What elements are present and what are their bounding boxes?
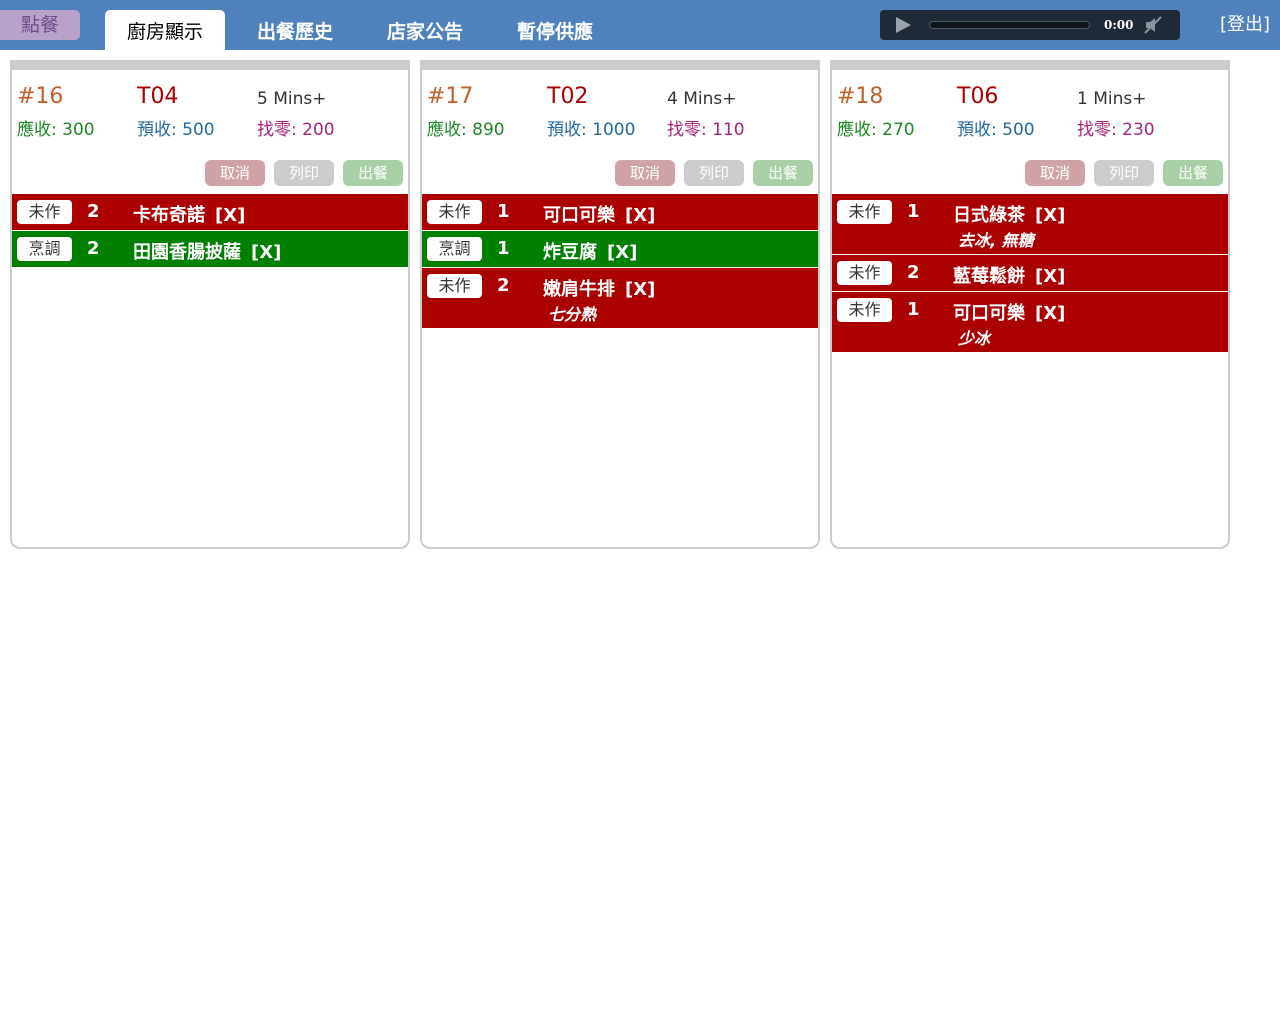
order-item-row: 烹調 1 炸豆腐 [X] xyxy=(422,231,818,268)
remove-item-button[interactable]: [X] xyxy=(1035,303,1065,324)
elapsed-time: 4 Mins+ xyxy=(667,89,737,109)
item-quantity: 1 xyxy=(907,201,920,222)
amount-due: 應收: 300 xyxy=(17,120,95,140)
amount-prepaid: 預收: 1000 xyxy=(547,120,636,140)
order-number: #17 xyxy=(427,84,474,109)
cancel-button[interactable]: 取消 xyxy=(205,160,265,186)
tab-store-announcements[interactable]: 店家公告 xyxy=(370,10,480,50)
tab-kitchen-display[interactable]: 廚房顯示 xyxy=(105,10,225,50)
order-item-list: 未作 1 日式綠茶 [X] 去冰, 無糖 未作 2 藍莓鬆餅 [X] 未作 1 可口可樂 [X] 少冰 xyxy=(832,194,1228,353)
change-amount: 找零: 230 xyxy=(1077,120,1155,140)
play-icon[interactable] xyxy=(896,17,911,33)
muted-speaker-icon[interactable] xyxy=(1143,16,1163,34)
item-quantity: 1 xyxy=(907,299,920,320)
cancel-button[interactable]: 取消 xyxy=(615,160,675,186)
order-item-list: 未作 1 可口可樂 [X] 烹調 1 炸豆腐 [X] 未作 2 嫩肩牛排 [X] 七分熟 xyxy=(422,194,818,329)
item-quantity: 1 xyxy=(497,201,510,222)
item-name: 可口可樂 xyxy=(543,205,615,226)
order-button[interactable]: 點餐 xyxy=(0,10,80,40)
order-item-row: 未作 2 嫩肩牛排 [X] 七分熟 xyxy=(422,268,818,329)
remove-item-button[interactable]: [X] xyxy=(1035,266,1065,287)
item-status-button[interactable]: 未作 xyxy=(837,200,892,224)
table-number: T02 xyxy=(547,84,589,109)
tab-serving-history[interactable]: 出餐歷史 xyxy=(240,10,350,50)
item-status-button[interactable]: 烹調 xyxy=(427,237,482,261)
remove-item-button[interactable]: [X] xyxy=(215,205,245,226)
item-status-button[interactable]: 未作 xyxy=(427,274,482,298)
order-card: #17 T02 4 Mins+ 應收: 890 預收: 1000 找零: 110 取消 列印出… xyxy=(420,60,820,549)
change-amount: 找零: 110 xyxy=(667,120,745,140)
order-item-row: 未作 2 藍莓鬆餅 [X] xyxy=(832,255,1228,292)
item-note: 七分熟 xyxy=(548,305,597,324)
item-name: 可口可樂 xyxy=(953,303,1025,324)
item-note: 少冰 xyxy=(958,329,991,348)
amount-prepaid: 預收: 500 xyxy=(137,120,215,140)
print-button[interactable]: 列印 xyxy=(1094,160,1154,186)
item-status-button[interactable]: 未作 xyxy=(837,261,892,285)
serve-button[interactable]: 出餐 xyxy=(753,160,813,186)
item-quantity: 2 xyxy=(907,262,920,283)
cancel-button[interactable]: 取消 xyxy=(1025,160,1085,186)
item-quantity: 2 xyxy=(87,201,100,222)
item-name: 日式綠茶 xyxy=(953,205,1025,226)
item-name: 嫩肩牛排 xyxy=(543,279,615,300)
order-card: #16 T04 5 Mins+ 應收: 300 預收: 500 找零: 200 取消 列印 出餐… xyxy=(10,60,410,549)
item-quantity: 1 xyxy=(497,238,510,259)
order-item-row: 未作 1 可口可樂 [X] 少冰 xyxy=(832,292,1228,353)
amount-due: 應收: 270 xyxy=(837,120,915,140)
order-card: #18 T06 1 Mins+ 應收: 270 預收: 500 找零: 230 取消 列印 出餐… xyxy=(830,60,1230,549)
item-name: 藍莓鬆餅 xyxy=(953,266,1025,287)
serve-button[interactable]: 出餐 xyxy=(343,160,403,186)
item-quantity: 2 xyxy=(87,238,100,259)
order-item-row: 未作 1 可口可樂 [X] xyxy=(422,194,818,231)
item-quantity: 2 xyxy=(497,275,510,296)
item-status-button[interactable]: 未作 xyxy=(837,298,892,322)
print-button[interactable]: 列印 xyxy=(684,160,744,186)
audio-progress-track[interactable] xyxy=(929,21,1090,29)
tab-suspend-supply[interactable]: 暫停供應 xyxy=(500,10,610,50)
table-number: T06 xyxy=(957,84,999,109)
amount-due: 應收: 890 xyxy=(427,120,505,140)
audio-time: 0:00 xyxy=(1104,18,1134,32)
order-item-list: 未作 2 卡布奇諾 [X] 烹調 2 田園香腸披薩 [X] xyxy=(12,194,408,268)
serve-button[interactable]: 出餐 xyxy=(1163,160,1223,186)
order-item-row: 未作 2 卡布奇諾 [X] xyxy=(12,194,408,231)
remove-item-button[interactable]: [X] xyxy=(607,242,637,263)
elapsed-time: 5 Mins+ xyxy=(257,89,327,109)
order-item-row: 烹調 2 田園香腸披薩 [X] xyxy=(12,231,408,268)
remove-item-button[interactable]: [X] xyxy=(625,205,655,226)
amount-prepaid: 預收: 500 xyxy=(957,120,1035,140)
elapsed-time: 1 Mins+ xyxy=(1077,89,1147,109)
logout-link[interactable]: [登出] xyxy=(1220,10,1270,36)
change-amount: 找零: 200 xyxy=(257,120,335,140)
item-status-button[interactable]: 未作 xyxy=(17,200,72,224)
order-number: #16 xyxy=(17,84,64,109)
top-navigation-bar: 點餐 廚房顯示 出餐歷史 店家公告 暫停供應 0:00 [登出] xyxy=(0,0,1280,50)
order-item-row: 未作 1 日式綠茶 [X] 去冰, 無糖 xyxy=(832,194,1228,255)
order-number: #18 xyxy=(837,84,884,109)
item-status-button[interactable]: 未作 xyxy=(427,200,482,224)
print-button[interactable]: 列印 xyxy=(274,160,334,186)
item-status-button[interactable]: 烹調 xyxy=(17,237,72,261)
table-number: T04 xyxy=(137,84,179,109)
item-name: 卡布奇諾 xyxy=(133,205,205,226)
remove-item-button[interactable]: [X] xyxy=(625,279,655,300)
item-name: 田園香腸披薩 xyxy=(133,242,241,263)
remove-item-button[interactable]: [X] xyxy=(251,242,281,263)
audio-player: 0:00 xyxy=(880,10,1180,40)
item-note: 去冰, 無糖 xyxy=(958,231,1034,250)
item-name: 炸豆腐 xyxy=(543,242,597,263)
remove-item-button[interactable]: [X] xyxy=(1035,205,1065,226)
